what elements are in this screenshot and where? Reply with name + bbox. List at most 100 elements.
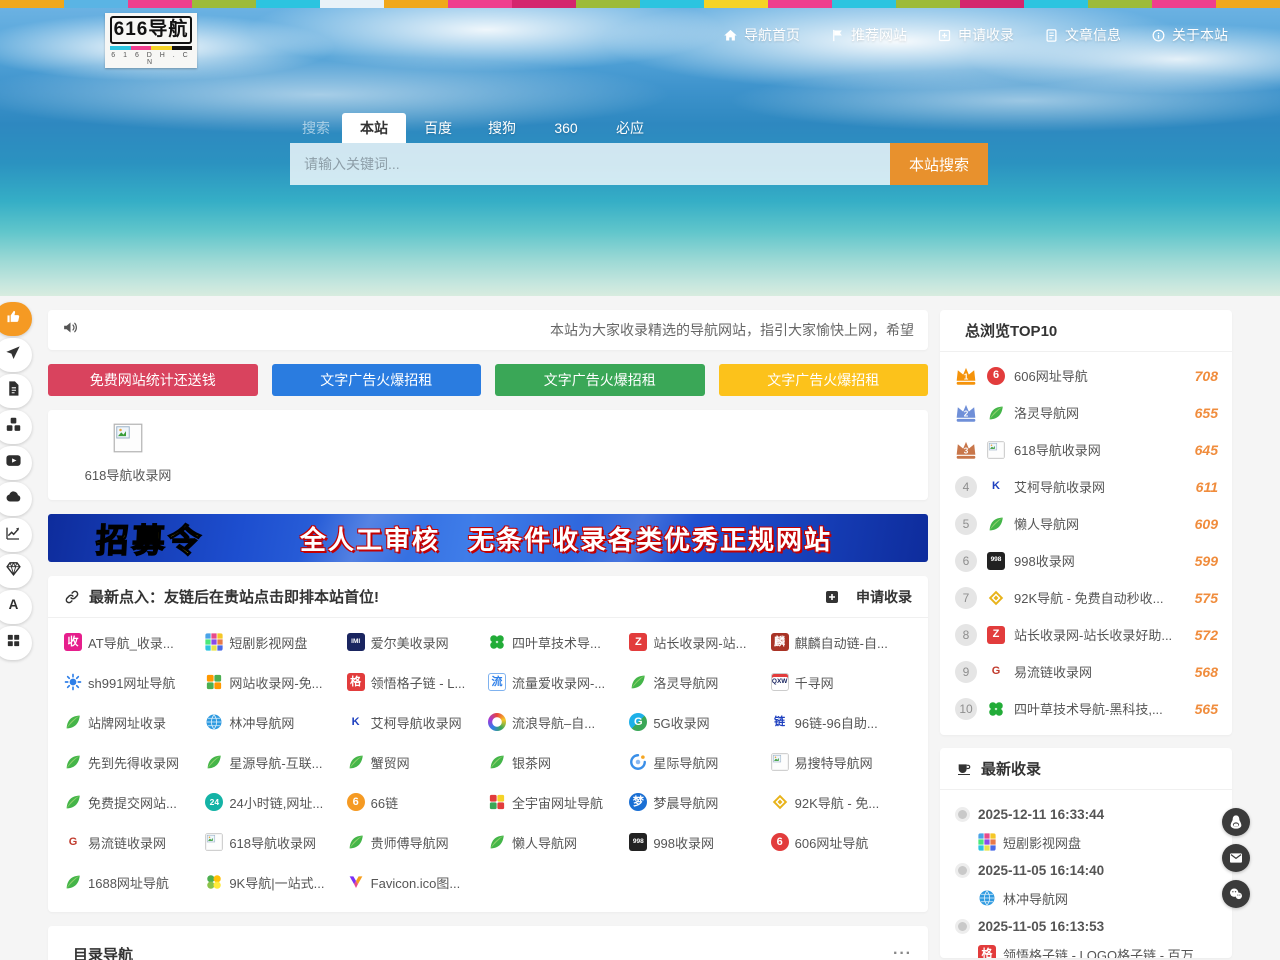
toolbar-chart-line-button[interactable] — [0, 518, 32, 552]
nav-item-5[interactable]: 关于本站 — [1151, 25, 1228, 45]
site-link[interactable]: G5G收录网 — [629, 702, 770, 742]
site-link[interactable]: 站牌网址收录 — [64, 702, 205, 742]
float-qq-button[interactable] — [1222, 808, 1250, 836]
top10-site-label: 懒人导航网 — [1014, 514, 1186, 533]
timeline-site-link[interactable]: 短剧影视网盘 — [956, 828, 1216, 856]
site-link[interactable]: 9K导航|一站式... — [205, 862, 346, 902]
timeline-dot — [958, 866, 967, 875]
search-tab-搜狗[interactable]: 搜狗 — [470, 113, 534, 143]
leaf-favicon — [488, 833, 506, 851]
svg-text:2: 2 — [964, 410, 969, 419]
toolbar-file-text-button[interactable] — [0, 374, 32, 408]
top10-row[interactable]: 792K导航 - 免费自动秒收...575 — [954, 579, 1218, 616]
top10-row[interactable]: 10四叶草技术导航-黑科技,...565 — [954, 690, 1218, 727]
toolbar-cubes-button[interactable] — [0, 410, 32, 444]
search-tab-本站[interactable]: 本站 — [342, 113, 406, 143]
site-logo[interactable]: 616导航 6 1 6 D H . C N — [105, 13, 197, 68]
site-link[interactable]: K艾柯导航收录网 — [347, 702, 488, 742]
site-link[interactable]: 麟麒麟自动链-自... — [771, 622, 912, 662]
site-link-label: 流量爱收录网-... — [512, 673, 605, 692]
site-link[interactable]: 链96链-96自助... — [771, 702, 912, 742]
site-link[interactable]: Favicon.ico图... — [347, 862, 488, 902]
site-link[interactable]: 998998收录网 — [629, 822, 770, 862]
site-link[interactable]: 易搜特导航网 — [771, 742, 912, 782]
search-tab-百度[interactable]: 百度 — [406, 113, 470, 143]
site-link[interactable]: 收AT导航_收录... — [64, 622, 205, 662]
recruit-banner[interactable]: 招募令 全人工审核 无条件收录各类优秀正规网站 — [48, 514, 928, 562]
site-link-label: 四叶草技术导... — [512, 633, 601, 652]
site-link[interactable]: 666链 — [347, 782, 488, 822]
search-button[interactable]: 本站搜索 — [890, 143, 988, 185]
site-link[interactable]: 银茶网 — [488, 742, 629, 782]
site-link[interactable]: G易流链收录网 — [64, 822, 205, 862]
toolbar-gem-button[interactable] — [0, 554, 32, 588]
site-link[interactable]: 蟹贸网 — [347, 742, 488, 782]
site-link[interactable]: 先到先得收录网 — [64, 742, 205, 782]
ad-button-3[interactable]: 文字广告火爆招租 — [495, 364, 705, 396]
site-link[interactable]: 格领悟格子链 - L... — [347, 662, 488, 702]
site-link[interactable]: 流浪导航–自... — [488, 702, 629, 742]
toolbar-cloud-button[interactable] — [0, 482, 32, 516]
site-link[interactable]: 梦梦晨导航网 — [629, 782, 770, 822]
toolbar-youtube-button[interactable] — [0, 446, 32, 480]
top10-row[interactable]: 5懒人导航网609 — [954, 505, 1218, 542]
site-link[interactable]: 网站收录网-免... — [205, 662, 346, 702]
apply-inclusion-link[interactable]: 申请收录 — [824, 587, 912, 607]
site-link[interactable]: 流流量爱收录网-... — [488, 662, 629, 702]
site-link[interactable]: 洛灵导航网 — [629, 662, 770, 702]
site-link[interactable]: 2424小时链,网址... — [205, 782, 346, 822]
site-link[interactable]: 1688网址导航 — [64, 862, 205, 902]
toolbar-font-a-button[interactable]: A — [0, 590, 32, 624]
site-link[interactable]: 星际导航网 — [629, 742, 770, 782]
site-link[interactable]: 92K导航 - 免... — [771, 782, 912, 822]
site-link[interactable]: 贵师傅导航网 — [347, 822, 488, 862]
top10-row[interactable]: 8Z站长收录网-站长收录好助...572 — [954, 616, 1218, 653]
float-wechat-button[interactable] — [1222, 880, 1250, 908]
search-input[interactable] — [290, 143, 890, 185]
top10-row[interactable]: 9G易流链收录网568 — [954, 653, 1218, 690]
site-link[interactable]: 星源导航-互联... — [205, 742, 346, 782]
nav-item-4[interactable]: 文章信息 — [1044, 25, 1121, 45]
toolbar-grid-button[interactable] — [0, 626, 32, 660]
right-floating-buttons — [1222, 808, 1250, 908]
search-tab-360[interactable]: 360 — [534, 113, 598, 143]
latest-added-title: 最新收录 — [981, 758, 1041, 779]
nav-item-3[interactable]: 申请收录 — [937, 25, 1014, 45]
timeline-site-link[interactable]: 格领悟格子链 - LOGO格子链 - 百万... — [956, 940, 1216, 958]
top10-row[interactable]: 4K艾柯导航收录网611 — [954, 468, 1218, 505]
site-link[interactable]: sh991网址导航 — [64, 662, 205, 702]
toolbar-paper-plane-button[interactable] — [0, 338, 32, 372]
float-mail-button[interactable] — [1222, 844, 1250, 872]
site-link[interactable]: 懒人导航网 — [488, 822, 629, 862]
toolbar-thumbs-up-button[interactable] — [0, 302, 32, 336]
site-link[interactable]: 短剧影视网盘 — [205, 622, 346, 662]
ad-button-1[interactable]: 免费网站统计还送钱 — [48, 364, 258, 396]
site-link-label: 92K导航 - 免... — [795, 793, 880, 812]
site-link[interactable]: 618导航收录网 — [205, 822, 346, 862]
search-tab-必应[interactable]: 必应 — [598, 113, 662, 143]
site-link[interactable]: Z站长收录网-站... — [629, 622, 770, 662]
letter-favicon: 梦 — [629, 793, 647, 811]
site-link[interactable]: 6606网址导航 — [771, 822, 912, 862]
letter-favicon: Z — [987, 626, 1005, 644]
site-link[interactable]: IMI爱尔美收录网 — [347, 622, 488, 662]
top10-row[interactable]: 3618导航收录网645 — [954, 431, 1218, 468]
featured-site-item[interactable]: 618导航收录网 — [56, 423, 200, 484]
site-link[interactable]: 四叶草技术导... — [488, 622, 629, 662]
more-ellipsis-button[interactable]: ··· — [893, 945, 912, 960]
nav-item-1[interactable]: 导航首页 — [723, 25, 800, 45]
rank-4: 4 — [954, 476, 978, 498]
site-link[interactable]: QXW千寻网 — [771, 662, 912, 702]
timeline-date: 2025-11-05 16:13:53 — [956, 912, 1216, 940]
nav-item-2[interactable]: 推荐网站 — [830, 25, 907, 45]
site-link[interactable]: 免费提交网站... — [64, 782, 205, 822]
top10-row[interactable]: 16606网址导航708 — [954, 357, 1218, 394]
ad-button-2[interactable]: 文字广告火爆招租 — [272, 364, 482, 396]
ad-button-4[interactable]: 文字广告火爆招租 — [719, 364, 929, 396]
timeline-site-link[interactable]: 林冲导航网 — [956, 884, 1216, 912]
top10-row[interactable]: 6998998收录网599 — [954, 542, 1218, 579]
letter-favicon: IMI — [347, 633, 365, 651]
site-link[interactable]: 林冲导航网 — [205, 702, 346, 742]
top10-row[interactable]: 2洛灵导航网655 — [954, 394, 1218, 431]
site-link[interactable]: 全宇宙网址导航 — [488, 782, 629, 822]
